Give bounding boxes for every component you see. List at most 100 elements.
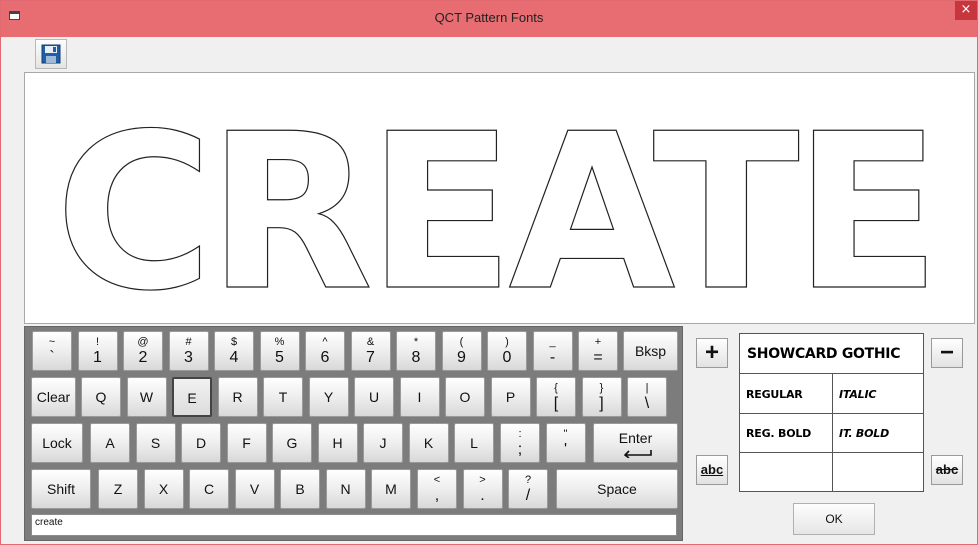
key-o[interactable]: O xyxy=(445,377,485,417)
close-button[interactable]: × xyxy=(955,1,977,20)
key-a[interactable]: A xyxy=(90,423,130,463)
key-c[interactable]: C xyxy=(189,469,229,509)
key-lock[interactable]: Lock xyxy=(31,423,83,463)
key-quote[interactable]: " ' xyxy=(545,423,586,463)
key-r[interactable]: R xyxy=(217,377,258,417)
key-symbol: ` xyxy=(49,349,55,366)
key-m[interactable]: M xyxy=(371,469,411,509)
key-shift-symbol: | xyxy=(645,382,649,394)
key-period[interactable]: >. xyxy=(462,469,503,509)
key-z[interactable]: Z xyxy=(98,469,138,509)
key-label: F xyxy=(242,435,251,451)
key-l[interactable]: L xyxy=(454,423,494,463)
key-label: Space xyxy=(597,481,637,497)
key-symbol: 2 xyxy=(138,349,148,366)
style-regular[interactable]: REGULAR xyxy=(740,375,832,414)
preview-text: CREATE xyxy=(55,87,935,323)
key-label: Enter xyxy=(618,430,653,446)
key-label: H xyxy=(332,435,343,451)
key-bracket-1[interactable]: }] xyxy=(581,377,622,417)
key-9[interactable]: (9 xyxy=(441,331,482,371)
key-d[interactable]: D xyxy=(181,423,221,463)
key-s[interactable]: S xyxy=(135,423,176,463)
key-x[interactable]: X xyxy=(143,469,184,509)
increase-size-button[interactable]: + xyxy=(696,338,728,368)
floppy-disk-icon xyxy=(41,44,61,64)
key-y[interactable]: Y xyxy=(308,377,349,417)
key-`[interactable]: ~ ` xyxy=(32,331,72,371)
key-label: J xyxy=(379,435,387,451)
key-symbol: / xyxy=(525,487,531,504)
key-symbol: 0 xyxy=(502,349,512,366)
key-shift-symbol: $ xyxy=(230,336,238,348)
key-label: Clear xyxy=(36,389,71,405)
key-backspace[interactable]: Bksp xyxy=(623,331,678,371)
key-semicolon[interactable]: :; xyxy=(500,423,540,463)
key-4[interactable]: $4 xyxy=(214,331,254,371)
key-6[interactable]: ^ 6 xyxy=(305,331,345,371)
minus-icon: − xyxy=(939,339,954,366)
style-italic[interactable]: ITALIC xyxy=(833,375,925,414)
key-e[interactable]: E xyxy=(172,377,212,417)
underline-button[interactable]: abc xyxy=(696,455,728,485)
key-comma[interactable]: <, xyxy=(417,469,457,509)
key-bracket-0[interactable]: {[ xyxy=(536,377,576,417)
key-symbol: 7 xyxy=(366,349,375,366)
key-1[interactable]: ! 1 xyxy=(77,331,118,371)
pattern-preview-canvas: CREATE xyxy=(24,72,975,339)
key-u[interactable]: U xyxy=(354,377,394,417)
key-backslash[interactable]: | \ xyxy=(627,377,667,417)
key-8[interactable]: * 8 xyxy=(396,331,436,371)
key-5[interactable]: % 5 xyxy=(259,331,300,371)
key-g[interactable]: G xyxy=(272,423,312,463)
save-button[interactable] xyxy=(35,39,67,69)
key-label: U xyxy=(368,389,380,405)
style-empty-cell xyxy=(740,453,832,492)
title-bar: QCT Pattern Fonts × xyxy=(1,1,977,37)
style-regular-bold[interactable]: REG. BOLD xyxy=(740,414,832,453)
key-=[interactable]: + = xyxy=(578,331,618,371)
key-shift-symbol: ( xyxy=(459,336,464,348)
key-symbol: = xyxy=(593,349,603,366)
key-clear[interactable]: Clear xyxy=(31,377,76,417)
key-p[interactable]: P xyxy=(490,377,531,417)
key-shift-symbol: * xyxy=(413,336,419,348)
key-space[interactable]: Space xyxy=(556,469,678,509)
key-j[interactable]: J xyxy=(363,423,403,463)
window-title: QCT Pattern Fonts xyxy=(434,10,544,25)
key-label: T xyxy=(278,389,288,405)
key-2[interactable]: @2 xyxy=(123,331,163,371)
key-symbol: ' xyxy=(563,441,568,458)
key-0[interactable]: ) 0 xyxy=(487,331,527,371)
key-i[interactable]: I xyxy=(399,377,440,417)
key-label: V xyxy=(249,481,260,497)
key-h[interactable]: H xyxy=(317,423,358,463)
key-7[interactable]: & 7 xyxy=(350,331,391,371)
key-w[interactable]: W xyxy=(126,377,167,417)
text-input[interactable]: create xyxy=(31,514,677,536)
key-v[interactable]: V xyxy=(234,469,275,509)
key-label: Bksp xyxy=(634,343,667,359)
font-name[interactable]: SHOWCARD GOTHIC xyxy=(740,334,923,374)
ok-button[interactable]: OK xyxy=(793,503,875,535)
key-enter[interactable]: Enter xyxy=(593,423,678,463)
key-k[interactable]: K xyxy=(408,423,449,463)
key--[interactable]: _ - xyxy=(532,331,573,371)
key-symbol: - xyxy=(549,349,556,366)
key-f[interactable]: F xyxy=(226,423,267,463)
key-3[interactable]: #3 xyxy=(168,331,209,371)
key-b[interactable]: B xyxy=(280,469,320,509)
key-label: A xyxy=(105,435,115,451)
key-t[interactable]: T xyxy=(263,377,303,417)
strikethrough-button[interactable]: abc xyxy=(931,455,963,485)
style-italic-bold[interactable]: IT. BOLD xyxy=(833,414,925,453)
key-shift-symbol: < xyxy=(433,474,441,486)
key-n[interactable]: N xyxy=(325,469,366,509)
key-shift-symbol: ) xyxy=(505,336,509,348)
key-shift[interactable]: Shift xyxy=(31,469,91,509)
decrease-size-button[interactable]: − xyxy=(931,338,963,368)
key-slash[interactable]: ? / xyxy=(508,469,548,509)
key-q[interactable]: Q xyxy=(81,377,121,417)
key-shift-symbol: } xyxy=(599,382,604,394)
key-label: D xyxy=(195,435,207,451)
